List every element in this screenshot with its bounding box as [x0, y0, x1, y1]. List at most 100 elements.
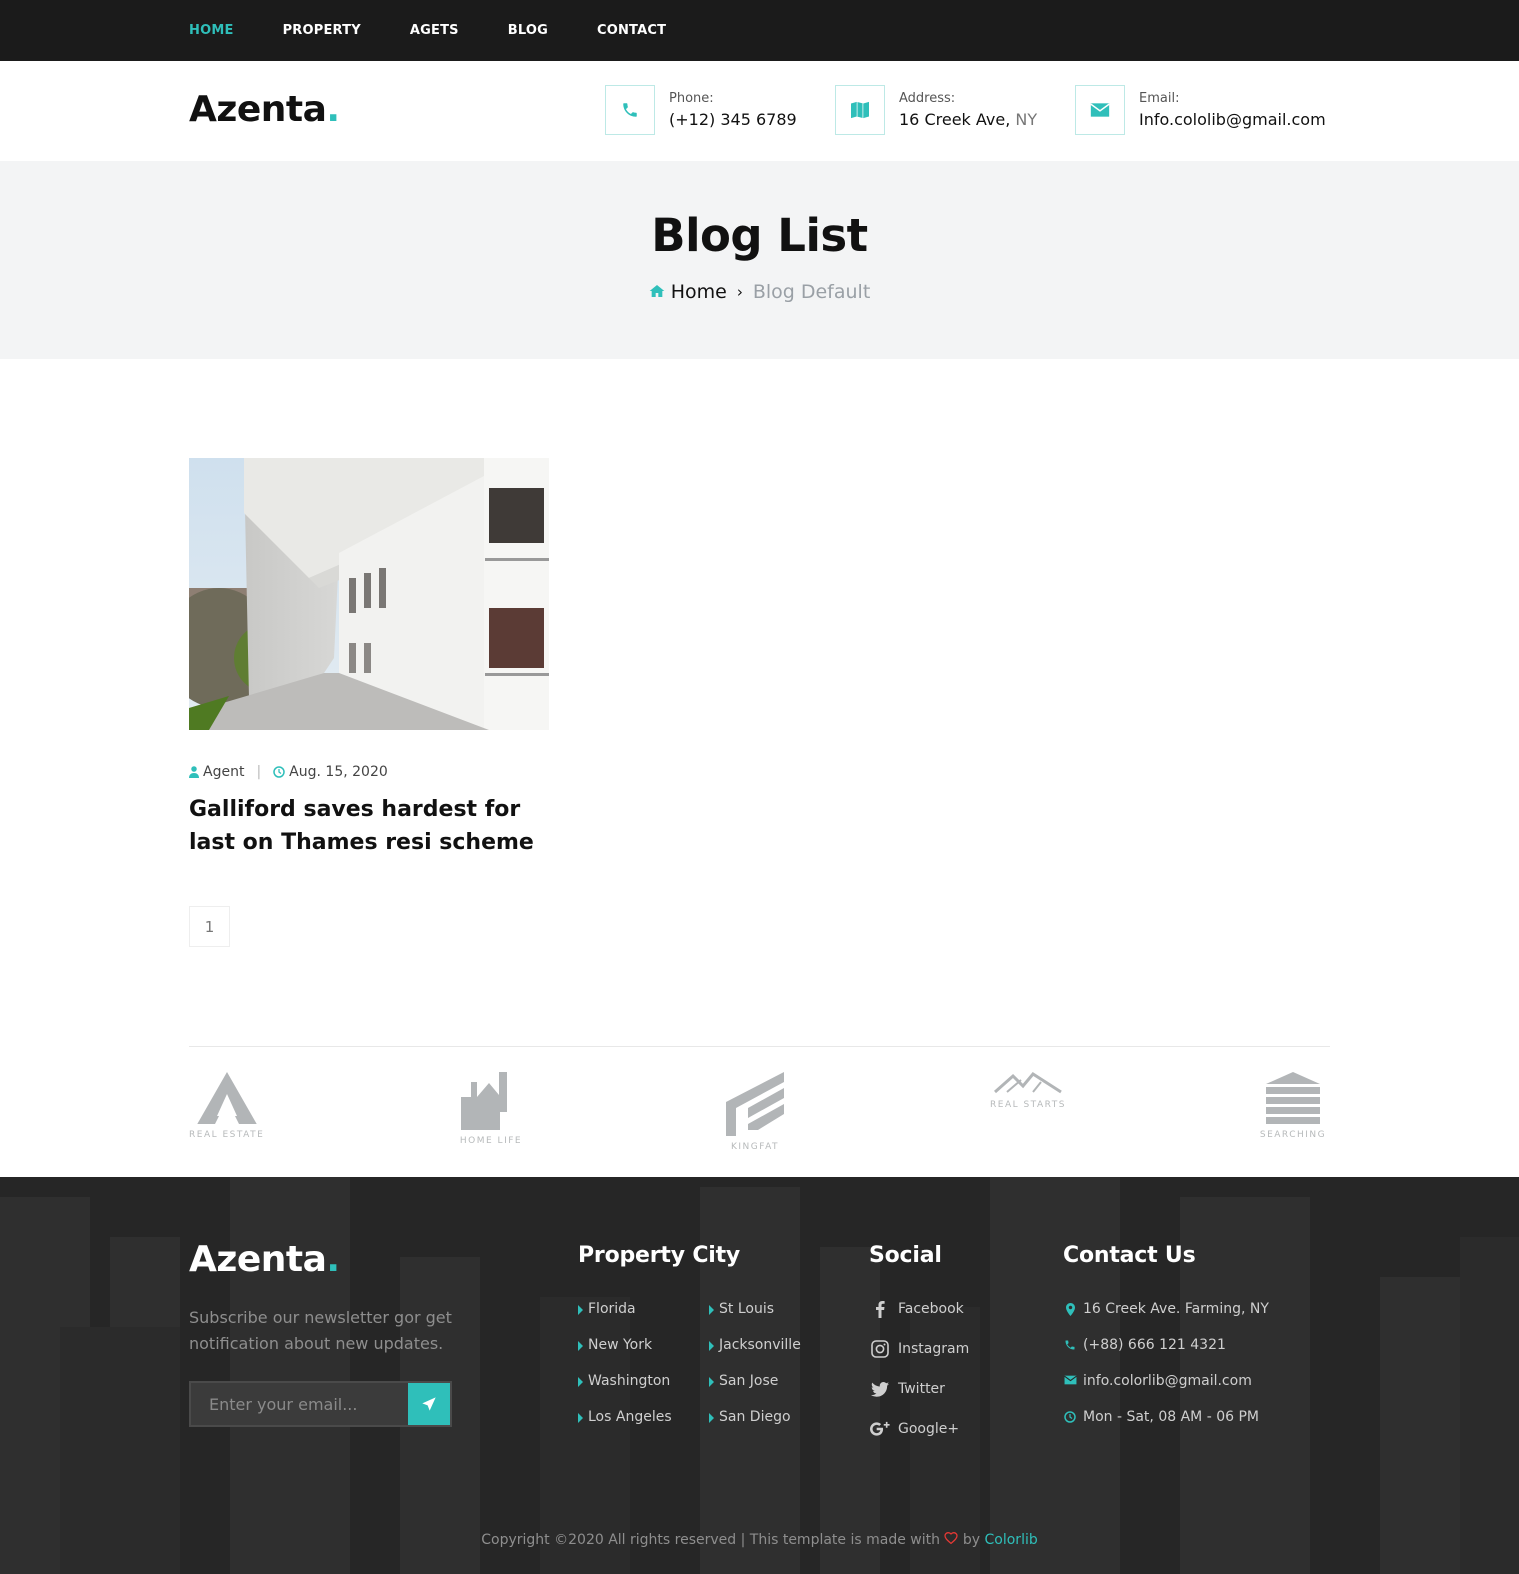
contact-email[interactable]: info.colorlib@gmail.com [1063, 1373, 1269, 1409]
city-link-san-jose[interactable]: San Jose [709, 1373, 801, 1409]
header-email: Email: Info.cololib@gmail.com [1075, 85, 1326, 135]
partner-name: HOME LIFE [459, 1136, 523, 1146]
partner-logo-real-estate[interactable]: REAL ESTATE [189, 1072, 264, 1140]
address-state: NY [1015, 110, 1038, 129]
newsletter-submit-button[interactable] [408, 1383, 450, 1425]
site-logo[interactable]: Azenta. [189, 89, 340, 130]
partner-name: REAL ESTATE [189, 1130, 265, 1140]
newsletter-email-input[interactable] [191, 1383, 407, 1425]
city-link-st-louis[interactable]: St Louis [709, 1301, 801, 1337]
copyright-text: Copyright ©2020 All rights reserved | Th… [481, 1532, 940, 1548]
city-label: New York [588, 1337, 653, 1353]
partner-name: KINGFAT [730, 1142, 780, 1152]
nav-item-blog[interactable]: BLOG [508, 23, 548, 38]
city-link-new-york[interactable]: New York [578, 1337, 672, 1373]
contact-list: 16 Creek Ave. Farming, NY (+88) 666 121 … [1063, 1301, 1269, 1445]
meta-divider: | [256, 764, 262, 780]
copyright-by: by [962, 1532, 981, 1548]
city-link-jacksonville[interactable]: Jacksonville [709, 1337, 801, 1373]
envelope-icon [1075, 85, 1125, 135]
address-value: 16 Creek Ave, NY [899, 110, 1037, 129]
contact-hours: Mon - Sat, 08 AM - 06 PM [1063, 1409, 1269, 1445]
breadcrumb-home[interactable]: Home [671, 281, 727, 303]
partner-logo-real-starts[interactable]: REAL STARTS [990, 1072, 1066, 1110]
instagram-icon [869, 1340, 891, 1358]
contact-phone[interactable]: (+88) 666 121 4321 [1063, 1337, 1269, 1373]
phone-icon [1063, 1337, 1077, 1351]
caret-right-icon [709, 1377, 714, 1387]
social-heading: Social [869, 1243, 942, 1268]
social-link-facebook[interactable]: Facebook [869, 1289, 969, 1329]
email-value[interactable]: Info.cololib@gmail.com [1139, 110, 1326, 129]
partner-logo-kingfat[interactable]: KINGFAT [724, 1072, 786, 1152]
post-meta: Agent | Aug. 15, 2020 [189, 764, 388, 780]
header-phone: Phone: (+12) 345 6789 [605, 85, 797, 135]
logo-text: Azenta [189, 89, 327, 130]
copyright: Copyright ©2020 All rights reserved | Th… [0, 1532, 1519, 1548]
footer-description: Subscribe our newsletter gor get notific… [189, 1308, 452, 1353]
property-city-list-2: St Louis Jacksonville San Jose San Diego [709, 1301, 801, 1445]
partner-name: SEARCHING [1259, 1130, 1327, 1140]
address-street: 16 Creek Ave, [899, 110, 1011, 129]
contact-email-text: info.colorlib@gmail.com [1083, 1373, 1252, 1389]
social-list: Facebook Instagram Twitter Google+ [869, 1289, 969, 1449]
envelope-icon [1063, 1373, 1077, 1385]
social-link-instagram[interactable]: Instagram [869, 1329, 969, 1369]
colorlib-link[interactable]: Colorlib [985, 1532, 1038, 1548]
city-link-florida[interactable]: Florida [578, 1301, 672, 1337]
nav-item-contact[interactable]: CONTACT [597, 23, 666, 38]
city-link-los-angeles[interactable]: Los Angeles [578, 1409, 672, 1445]
social-label: Google+ [898, 1421, 960, 1437]
property-city-list-1: Florida New York Washington Los Angeles [578, 1301, 672, 1445]
city-link-washington[interactable]: Washington [578, 1373, 672, 1409]
caret-right-icon [709, 1341, 714, 1351]
social-label: Facebook [898, 1301, 964, 1317]
address-label: Address: [899, 91, 956, 106]
page-hero: Blog List Home › Blog Default [0, 161, 1519, 359]
heart-icon [944, 1532, 959, 1548]
partner-logo-searching[interactable]: SEARCHING [1258, 1072, 1328, 1140]
phone-value[interactable]: (+12) 345 6789 [669, 110, 797, 129]
caret-right-icon [578, 1305, 583, 1315]
property-city-heading: Property City [578, 1243, 741, 1268]
nav-item-agents[interactable]: AGETS [410, 23, 459, 38]
contact-address: 16 Creek Ave. Farming, NY [1063, 1301, 1269, 1337]
contact-heading: Contact Us [1063, 1243, 1196, 1268]
city-label: St Louis [719, 1301, 775, 1317]
clock-icon [273, 766, 285, 778]
partner-logo-home-life[interactable]: HOME LIFE [456, 1072, 526, 1146]
social-label: Instagram [898, 1341, 970, 1357]
footer-logo[interactable]: Azenta. [189, 1239, 340, 1280]
footer-logo-text: Azenta [189, 1239, 327, 1280]
logo-dot: . [326, 89, 340, 130]
site-footer: Azenta. Subscribe our newsletter gor get… [0, 1177, 1519, 1574]
social-link-twitter[interactable]: Twitter [869, 1369, 969, 1409]
post-date: Aug. 15, 2020 [289, 764, 388, 780]
phone-label: Phone: [669, 91, 714, 106]
city-link-san-diego[interactable]: San Diego [709, 1409, 801, 1445]
top-navigation: HOME PROPERTY AGETS BLOG CONTACT [0, 0, 1519, 61]
send-icon [421, 1396, 437, 1412]
city-label: Jacksonville [719, 1337, 801, 1353]
post-title[interactable]: Galliford saves hardest for last on Tham… [189, 793, 559, 859]
nav-item-home[interactable]: HOME [189, 23, 234, 38]
map-marker-icon [1063, 1301, 1077, 1316]
contact-phone-text: (+88) 666 121 4321 [1083, 1337, 1226, 1353]
twitter-icon [869, 1381, 891, 1397]
email-label: Email: [1139, 91, 1180, 106]
pagination-page-1[interactable]: 1 [189, 906, 230, 947]
caret-right-icon [709, 1413, 714, 1423]
caret-right-icon [578, 1377, 583, 1387]
city-label: Florida [588, 1301, 636, 1317]
post-author[interactable]: Agent [203, 764, 244, 780]
post-image[interactable] [189, 458, 549, 730]
caret-right-icon [709, 1305, 714, 1315]
city-label: San Jose [719, 1373, 779, 1389]
city-label: San Diego [719, 1409, 791, 1425]
breadcrumb-separator: › [736, 283, 743, 301]
social-link-google-plus[interactable]: Google+ [869, 1409, 969, 1449]
nav-item-property[interactable]: PROPERTY [283, 23, 361, 38]
contact-address-text: 16 Creek Ave. Farming, NY [1083, 1301, 1269, 1317]
partner-name: REAL STARTS [990, 1100, 1066, 1110]
contact-hours-text: Mon - Sat, 08 AM - 06 PM [1083, 1409, 1259, 1425]
